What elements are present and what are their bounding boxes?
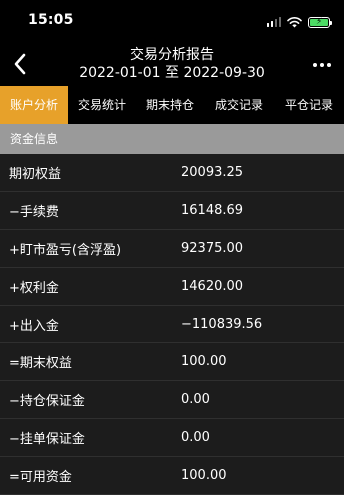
list-item: +盯市盈亏(含浮盈) 92375.00 [0, 230, 344, 268]
row-label: =期末权益 [9, 356, 72, 372]
list-item: =可用资金 100.00 [0, 457, 344, 495]
list-item: −持仓保证金 0.00 [0, 381, 344, 420]
list-item: +出入金 −110839.56 [0, 306, 344, 344]
tab-bar: 账户分析 交易统计 期末持仓 成交记录 平仓记录 [0, 86, 344, 124]
row-label: +权利金 [9, 280, 59, 296]
row-value: −110839.56 [181, 316, 263, 332]
battery-icon: ⚡ [308, 16, 332, 28]
row-label: +盯市盈亏(含浮盈) [9, 242, 122, 258]
row-label: −持仓保证金 [9, 394, 85, 410]
row-value: 0.00 [181, 430, 210, 446]
funds-list: 期初权益 20093.25 −手续费 16148.69 +盯市盈亏(含浮盈) 9… [0, 154, 344, 495]
tab-closing-positions[interactable]: 期末持仓 [136, 86, 204, 124]
status-time: 15:05 [28, 12, 74, 28]
page-subtitle-date-range: 2022-01-01 至 2022-09-30 [79, 65, 265, 81]
more-dots-icon[interactable] [310, 53, 334, 77]
row-value: 0.00 [181, 392, 210, 408]
row-label: −挂单保证金 [9, 432, 85, 448]
nav-bar: 交易分析报告 2022-01-01 至 2022-09-30 [0, 44, 344, 86]
row-value: 92375.00 [181, 240, 244, 256]
status-icons: ⚡ [266, 15, 332, 29]
list-item: +权利金 14620.00 [0, 268, 344, 306]
row-label: −手续费 [9, 204, 59, 220]
list-item: =期末权益 100.00 [0, 343, 344, 382]
row-value: 20093.25 [181, 164, 244, 180]
section-header-funds: 资金信息 [0, 124, 344, 154]
row-label: +出入金 [9, 318, 59, 334]
row-value: 100.00 [181, 354, 227, 370]
list-item: −手续费 16148.69 [0, 192, 344, 230]
tab-close-records[interactable]: 平仓记录 [274, 86, 344, 124]
cellular-signal-icon [266, 17, 281, 27]
tab-account-analysis[interactable]: 账户分析 [0, 86, 68, 124]
tab-trade-records[interactable]: 成交记录 [204, 86, 274, 124]
row-value: 14620.00 [181, 278, 244, 294]
row-label: =可用资金 [9, 470, 72, 486]
tab-trade-statistics[interactable]: 交易统计 [68, 86, 136, 124]
status-bar: 15:05 ⚡ [0, 0, 344, 44]
chevron-left-icon[interactable] [8, 46, 32, 82]
row-label: 期初权益 [9, 166, 62, 182]
wifi-icon [287, 16, 302, 27]
list-item: −挂单保证金 0.00 [0, 419, 344, 458]
row-value: 100.00 [181, 468, 227, 484]
page-title: 交易分析报告 [130, 47, 214, 63]
row-value: 16148.69 [181, 202, 244, 218]
list-item: 期初权益 20093.25 [0, 154, 344, 192]
